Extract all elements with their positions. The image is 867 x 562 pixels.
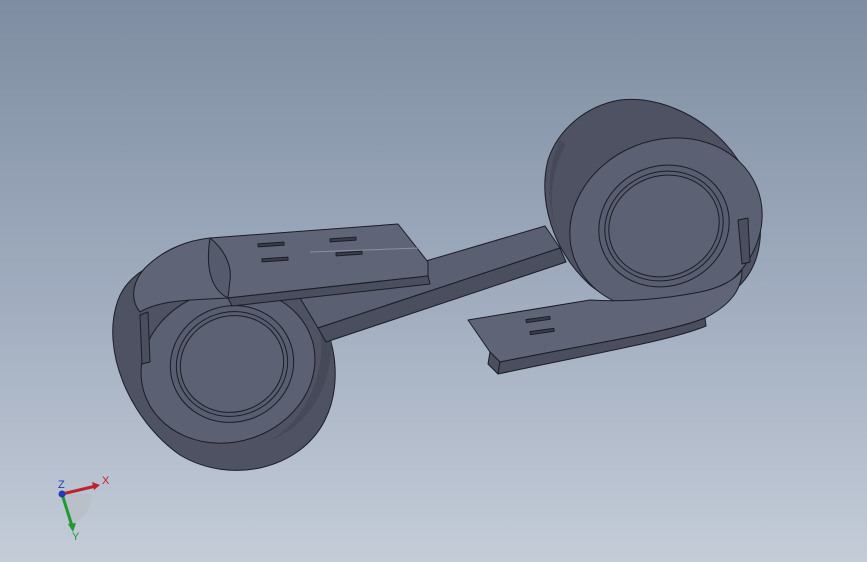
x-axis-arrowhead <box>92 482 100 490</box>
z-axis-label: Z <box>58 479 65 491</box>
x-axis-label: X <box>102 475 110 487</box>
cable-carrier-chain-link-model[interactable] <box>0 0 867 562</box>
left-drum-slot <box>139 311 151 365</box>
cad-3d-viewport[interactable]: X Y Z <box>0 0 867 562</box>
orientation-triad[interactable]: X Y Z <box>46 470 116 542</box>
z-axis-dot <box>58 490 66 498</box>
y-axis-label: Y <box>72 531 80 542</box>
x-axis-arrow <box>61 484 97 496</box>
